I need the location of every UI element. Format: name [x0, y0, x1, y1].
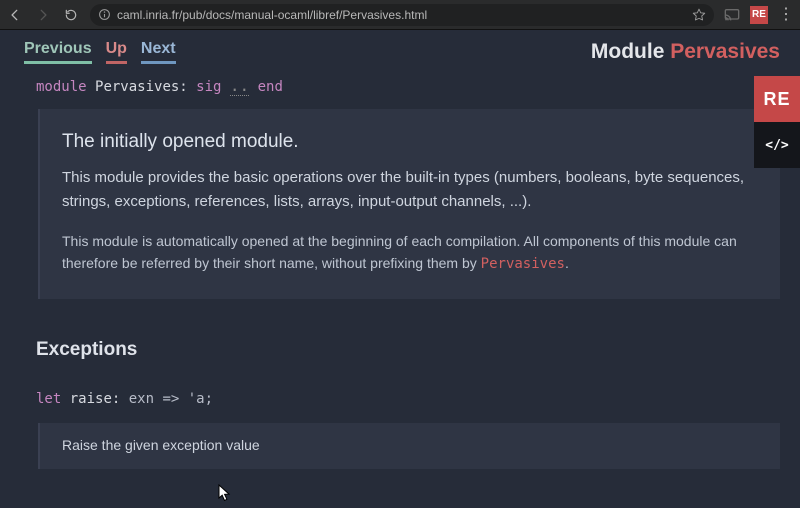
next-link[interactable]: Next [141, 40, 176, 64]
info-lead: The initially opened module. [62, 127, 758, 156]
menu-button[interactable]: ⋮ [778, 7, 794, 23]
back-button[interactable] [6, 6, 24, 24]
module-info: The initially opened module. This module… [38, 109, 780, 299]
section-exceptions: Exceptions [0, 299, 800, 361]
page-content: Previous Up Next Module Pervasives modul… [0, 30, 800, 508]
code-toggle[interactable]: </> [754, 122, 800, 168]
up-link[interactable]: Up [106, 40, 127, 64]
module-signature: module Pervasives: sig .. end [0, 70, 800, 109]
raise-info: Raise the given exception value [38, 423, 780, 469]
url-text: caml.inria.fr/pub/docs/manual-ocaml/libr… [117, 8, 427, 22]
doc-nav: Previous Up Next [24, 40, 176, 64]
info-p1: This module provides the basic operation… [62, 166, 758, 213]
raise-signature: let raise: exn => 'a; [0, 361, 800, 417]
side-panel: RE </> [754, 76, 800, 168]
cursor-icon [218, 484, 232, 502]
reason-toggle[interactable]: RE [754, 76, 800, 122]
cast-icon[interactable] [724, 8, 740, 22]
forward-button [34, 6, 52, 24]
address-bar[interactable]: caml.inria.fr/pub/docs/manual-ocaml/libr… [90, 4, 714, 26]
page-title: Module Pervasives [591, 40, 780, 64]
info-icon [98, 8, 111, 21]
prev-link[interactable]: Previous [24, 40, 92, 64]
reload-button[interactable] [62, 6, 80, 24]
browser-toolbar: caml.inria.fr/pub/docs/manual-ocaml/libr… [0, 0, 800, 30]
star-icon[interactable] [692, 8, 706, 22]
info-p2: This module is automatically opened at t… [62, 231, 758, 275]
extension-badge[interactable]: RE [750, 6, 768, 24]
